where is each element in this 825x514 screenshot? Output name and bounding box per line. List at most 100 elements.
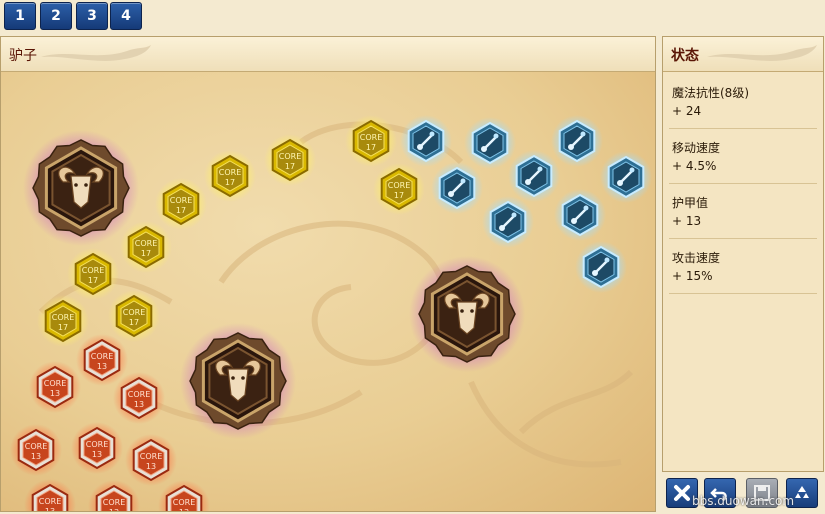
stat-value: + 13 xyxy=(672,214,702,228)
stats-title-bar: 状态 xyxy=(663,37,823,72)
ram-ability-1[interactable] xyxy=(23,130,139,246)
core-label: CORE xyxy=(123,308,146,317)
recycle-icon xyxy=(795,486,809,498)
panel-title: 驴子 xyxy=(9,48,37,64)
panel-title-bar: 驴子 xyxy=(1,37,655,72)
core-rank: 13 xyxy=(45,507,55,512)
core-label: CORE xyxy=(25,442,48,451)
core-rank: 13 xyxy=(109,508,119,512)
core-label: CORE xyxy=(86,440,109,449)
red-core-node[interactable]: CORE13 xyxy=(76,334,128,386)
divider xyxy=(669,183,817,184)
stat-attack-speed: 攻击速度 + 15% xyxy=(663,240,823,294)
stat-armor: 护甲值 + 13 xyxy=(663,185,823,239)
core-label: CORE xyxy=(82,266,105,275)
core-rank: 17 xyxy=(88,276,98,285)
talent-tree-canvas: CORE17CORE17CORE17 CORE17CORE17CORE17CORE… xyxy=(10,115,652,512)
rune-node[interactable] xyxy=(431,162,483,214)
core-rank: 13 xyxy=(50,389,60,398)
rune-node[interactable] xyxy=(508,150,560,202)
rune-node[interactable] xyxy=(554,189,606,241)
core-rank: 17 xyxy=(58,323,68,332)
core-rank: 13 xyxy=(97,362,107,371)
stat-value: + 15% xyxy=(672,269,713,283)
stat-move-speed: 移动速度 + 4.5% xyxy=(663,130,823,184)
stat-label: 魔法抗性(8级) xyxy=(672,86,749,100)
tab-2[interactable]: 2 xyxy=(40,2,72,30)
divider xyxy=(669,128,817,129)
core-rank: 13 xyxy=(134,400,144,409)
rune-node[interactable] xyxy=(600,151,652,203)
core-rank: 17 xyxy=(176,206,186,215)
ram-ability-3[interactable] xyxy=(409,256,525,372)
core-label: CORE xyxy=(128,390,151,399)
core-rank: 17 xyxy=(285,162,295,171)
core-label: CORE xyxy=(135,239,158,248)
tab-3[interactable]: 3 xyxy=(76,2,108,30)
tab-1[interactable]: 1 xyxy=(4,2,36,30)
core-label: CORE xyxy=(279,152,302,161)
core-label: CORE xyxy=(360,133,383,142)
core-label: CORE xyxy=(52,313,75,322)
ram-ability-2[interactable] xyxy=(180,323,296,439)
stat-label: 移动速度 xyxy=(672,141,721,155)
red-core-node[interactable]: CORE13 xyxy=(113,372,165,424)
flourish-decoration xyxy=(707,45,817,61)
rune-node[interactable] xyxy=(400,115,452,167)
red-core-node[interactable]: CORE13 xyxy=(88,480,140,512)
stats-title: 状态 xyxy=(671,48,699,64)
core-label: CORE xyxy=(219,168,242,177)
red-core-node[interactable]: CORE13 xyxy=(29,361,81,413)
stat-magic-resist: 魔法抗性(8级) + 24 xyxy=(663,75,823,129)
tab-strip: 1 2 3 4 xyxy=(0,0,825,32)
divider xyxy=(669,293,817,294)
yellow-core-node[interactable]: CORE17 xyxy=(345,115,397,167)
core-rank: 13 xyxy=(92,450,102,459)
yellow-core-node[interactable]: CORE17 xyxy=(204,150,256,202)
divider xyxy=(669,238,817,239)
yellow-core-node[interactable]: CORE17 xyxy=(108,290,160,342)
stat-value: + 24 xyxy=(672,104,702,118)
flourish-decoration xyxy=(41,45,151,61)
red-core-node[interactable]: CORE13 xyxy=(71,422,123,474)
yellow-core-node[interactable]: CORE17 xyxy=(373,163,425,215)
core-label: CORE xyxy=(44,379,67,388)
yellow-core-node[interactable]: CORE17 xyxy=(155,178,207,230)
core-label: CORE xyxy=(170,196,193,205)
stat-value: + 4.5% xyxy=(672,159,717,173)
stat-label: 攻击速度 xyxy=(672,251,721,265)
core-label: CORE xyxy=(103,498,126,507)
yellow-core-node[interactable]: CORE17 xyxy=(120,221,172,273)
core-rank: 13 xyxy=(179,508,189,512)
rune-node[interactable] xyxy=(575,241,627,293)
core-rank: 13 xyxy=(31,452,41,461)
red-core-node[interactable]: CORE13 xyxy=(24,479,76,512)
core-label: CORE xyxy=(140,452,163,461)
yellow-core-node[interactable]: CORE17 xyxy=(37,295,89,347)
rune-node[interactable] xyxy=(482,196,534,248)
yellow-core-node[interactable]: CORE17 xyxy=(264,134,316,186)
rune-node[interactable] xyxy=(551,115,603,167)
site-watermark: bbs.duowan.com xyxy=(692,494,795,508)
red-core-node[interactable]: CORE13 xyxy=(158,480,210,512)
rune-node[interactable] xyxy=(464,117,516,169)
core-label: CORE xyxy=(39,497,62,506)
core-rank: 17 xyxy=(366,143,376,152)
core-rank: 17 xyxy=(129,318,139,327)
talent-tree: CORE 17 CORE 17 CORE 17 CORE 17 CORE 17 CORE 17 CORE… xyxy=(1,72,655,512)
red-core-node[interactable]: CORE13 xyxy=(125,434,177,486)
talent-panel: 驴子 CORE 17 CORE 17 CORE 17 CORE 17 CORE 17 CORE 17 C… xyxy=(0,36,656,512)
core-rank: 13 xyxy=(146,462,156,471)
tab-4[interactable]: 4 xyxy=(110,2,142,30)
stat-label: 护甲值 xyxy=(672,196,709,210)
core-rank: 17 xyxy=(225,178,235,187)
core-rank: 17 xyxy=(141,249,151,258)
x-icon xyxy=(674,485,690,501)
yellow-core-node[interactable]: CORE17 xyxy=(67,248,119,300)
core-label: CORE xyxy=(173,498,196,507)
core-rank: 17 xyxy=(394,191,404,200)
red-core-node[interactable]: CORE13 xyxy=(10,424,62,476)
core-label: CORE xyxy=(388,181,411,190)
stats-panel: 状态 魔法抗性(8级) + 24 移动速度 + 4.5% 护甲值 + 13 攻击… xyxy=(662,36,824,472)
core-label: CORE xyxy=(91,352,114,361)
